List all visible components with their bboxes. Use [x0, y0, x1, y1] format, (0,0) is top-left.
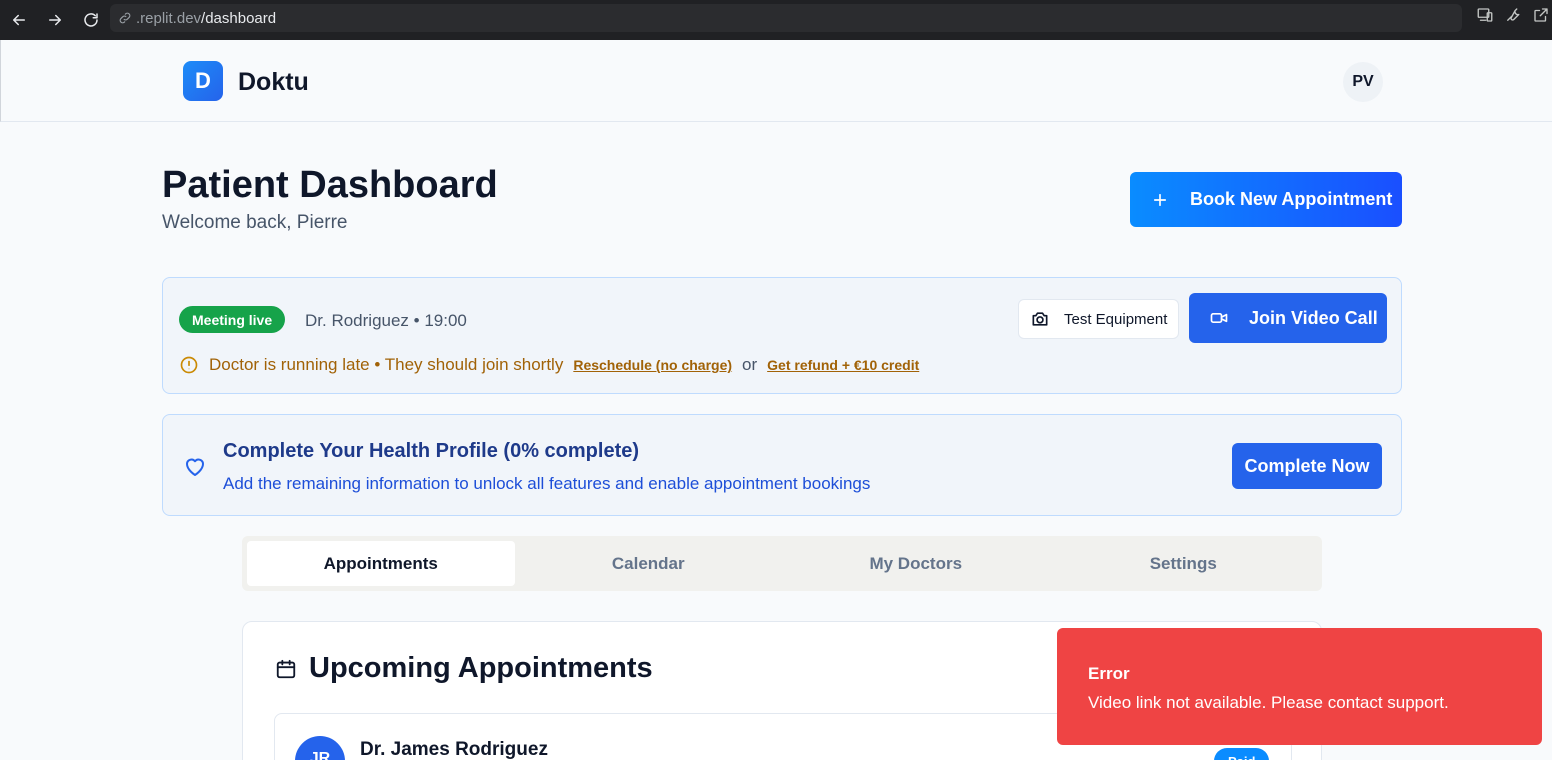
meeting-live-badge: Meeting live [179, 306, 286, 333]
join-video-call-button[interactable]: Join Video Call [1189, 293, 1387, 343]
payment-status-badge: Paid [1214, 748, 1270, 760]
open-external-icon[interactable] [1532, 6, 1550, 24]
book-button-label: Book New Appointment [1190, 189, 1393, 209]
wrench-icon[interactable] [1504, 6, 1522, 24]
health-profile-card: Complete Your Health Profile (0% complet… [162, 414, 1402, 516]
app-header: D Doktu PV [0, 40, 1552, 122]
alert-circle-icon [180, 356, 198, 374]
tab-calendar[interactable]: Calendar [515, 541, 783, 586]
back-icon[interactable] [2, 3, 36, 37]
address-bar[interactable]: .replit.dev/dashboard [110, 4, 1462, 32]
tab-appointments[interactable]: Appointments [247, 541, 515, 586]
meeting-info: Dr. Rodriguez • 19:00 [305, 311, 467, 330]
link-icon [119, 12, 131, 24]
calendar-icon [275, 658, 297, 680]
error-toast[interactable]: Error Video link not available. Please c… [1057, 628, 1542, 745]
doctor-name: Dr. James Rodriguez [360, 739, 548, 760]
dashboard-tabs: Appointments Calendar My Doctors Setting… [242, 536, 1322, 591]
logo[interactable]: D [183, 61, 223, 101]
or-text: or [742, 355, 758, 374]
toast-title: Error [1088, 664, 1130, 683]
late-notice-text: Doctor is running late • They should joi… [209, 355, 564, 374]
reschedule-link[interactable]: Reschedule (no charge) [573, 357, 732, 373]
devices-icon[interactable] [1476, 6, 1494, 24]
tab-my-doctors[interactable]: My Doctors [782, 541, 1050, 586]
url-path: /dashboard [201, 9, 277, 27]
appointments-title: Upcoming Appointments [309, 652, 653, 684]
refund-link[interactable]: Get refund + €10 credit [767, 357, 919, 373]
video-icon [1210, 313, 1228, 323]
reload-icon[interactable] [74, 3, 108, 37]
heart-icon [183, 455, 207, 479]
doctor-late-notice: Doctor is running late • They should joi… [179, 355, 919, 375]
test-equipment-label: Test Equipment [1064, 310, 1168, 328]
page-title: Patient Dashboard [162, 164, 498, 206]
browser-toolbar: .replit.dev/dashboard [0, 0, 1552, 40]
complete-now-button[interactable]: Complete Now [1232, 443, 1382, 489]
test-equipment-button[interactable]: Test Equipment [1018, 299, 1179, 339]
doctor-avatar: JR [295, 736, 345, 760]
toast-message: Video link not available. Please contact… [1088, 693, 1449, 712]
book-new-appointment-button[interactable]: Book New Appointment [1130, 172, 1402, 227]
user-avatar[interactable]: PV [1343, 62, 1383, 102]
camera-icon [1032, 312, 1048, 326]
live-meeting-card: Meeting live Dr. Rodriguez • 19:00 Test … [162, 277, 1402, 394]
join-video-call-label: Join Video Call [1249, 307, 1378, 328]
tab-settings[interactable]: Settings [1050, 541, 1318, 586]
health-profile-subtitle: Add the remaining information to unlock … [223, 474, 871, 493]
forward-icon[interactable] [38, 3, 72, 37]
welcome-message: Welcome back, Pierre [162, 212, 348, 233]
url-host: .replit.dev [136, 9, 202, 27]
plus-icon [1154, 193, 1166, 206]
health-profile-title: Complete Your Health Profile (0% complet… [223, 440, 640, 462]
brand-name[interactable]: Doktu [238, 68, 309, 97]
